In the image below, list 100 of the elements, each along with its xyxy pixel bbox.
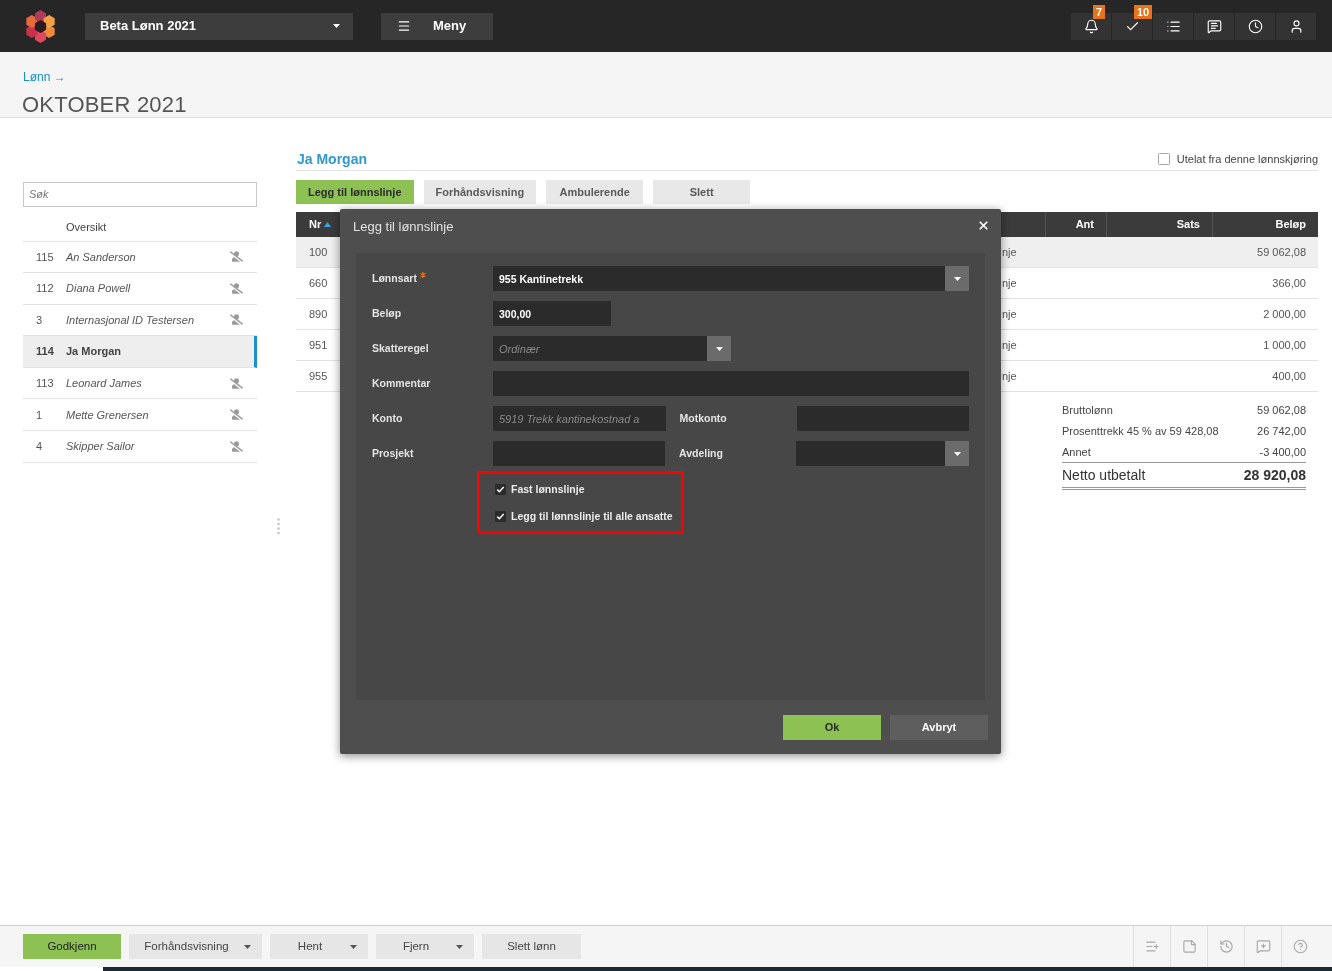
input-field[interactable]: 5919 Trekk kantinekostnad a — [493, 406, 666, 431]
employee-name: Ja Morgan — [66, 344, 121, 360]
employee-item[interactable]: 114 Ja Morgan — [23, 336, 257, 368]
table-cell-text: nje — [1002, 244, 1017, 260]
employee-item[interactable]: 115 An Sanderson — [23, 241, 257, 274]
drag-handle-icon[interactable] — [277, 518, 280, 535]
employee-item[interactable]: 4 Skipper Sailor — [23, 431, 257, 463]
column-header[interactable]: Nr — [296, 212, 340, 237]
table-cell-text: 400,00 — [1272, 368, 1306, 384]
input-field[interactable] — [493, 441, 665, 466]
checkbox[interactable] — [1157, 153, 1170, 165]
sidebar-item[interactable]: Oversikt — [66, 218, 107, 236]
table-cell-text: 366,00 — [1272, 275, 1306, 291]
table-cell-text: 2 000,00 — [1263, 306, 1306, 322]
table-cell-text: nje — [1002, 275, 1017, 291]
menu-button[interactable]: Meny — [381, 12, 493, 40]
profile-button[interactable] — [1275, 12, 1316, 40]
employee-number: 4 — [35, 439, 44, 455]
dropdown-button[interactable] — [945, 266, 969, 291]
horizontal-scrollbar[interactable] — [103, 967, 1332, 971]
column-header[interactable]: Beløp — [1212, 212, 1318, 237]
search-field[interactable]: Søk — [23, 181, 257, 207]
help-icon — [1292, 939, 1308, 954]
action-button[interactable]: Slett — [653, 180, 751, 204]
bell-icon — [1083, 18, 1099, 34]
summary-label: Bruttolønn — [1062, 403, 1113, 419]
field-label: Avdeling — [679, 445, 723, 461]
toolbar-button[interactable]: Forhåndsvisning — [129, 934, 262, 959]
checkbox[interactable] — [495, 511, 506, 522]
company-selector[interactable]: Beta Lønn 2021 — [85, 12, 353, 40]
select-field[interactable]: 955 Kantinetrekk — [493, 266, 945, 291]
field-label: Lønnsart — [372, 270, 417, 286]
breadcrumb-link[interactable]: Lønn → — [23, 70, 66, 84]
field-label: Prosjekt — [372, 445, 414, 461]
input-field[interactable] — [796, 406, 969, 431]
menu-icon — [397, 19, 411, 33]
employee-item[interactable]: 112 Diana Powell — [23, 273, 257, 305]
toolbar-button[interactable]: Slett lønn — [482, 934, 581, 959]
summary-value: 26 742,00 — [1257, 424, 1306, 440]
user-slash-icon — [230, 281, 243, 295]
dropdown-button[interactable] — [945, 441, 969, 466]
action-button[interactable]: Forhåndsvisning — [423, 180, 537, 204]
user-slash-icon — [230, 250, 243, 264]
dialog-button[interactable]: Avbryt — [890, 714, 988, 740]
checkbox-label: Utelat fra denne lønnskjøring — [1176, 151, 1318, 167]
user-icon — [1288, 18, 1304, 34]
caret-icon — [715, 346, 723, 351]
messages-button[interactable] — [1193, 12, 1234, 40]
checkbox[interactable] — [495, 484, 506, 495]
note-icon — [1181, 939, 1197, 954]
checkbox-label: Legg til lønnslinje til alle ansatte — [511, 508, 673, 524]
table-cell-text: nje — [1002, 337, 1017, 353]
summary-label: Prosenttrekk 45 % av 59 428,08 — [1062, 424, 1219, 440]
user-slash-icon — [230, 313, 243, 327]
employee-name: Mette Grenersen — [66, 407, 149, 423]
count-badge: 10 — [1134, 4, 1153, 19]
history-icon — [1218, 939, 1234, 954]
employee-item[interactable]: 113 Leonard James — [23, 367, 257, 400]
table-cell-text: nje — [1002, 306, 1017, 322]
action-button[interactable]: Legg til lønnslinje — [296, 180, 414, 204]
dialog-button[interactable]: Ok — [783, 714, 881, 740]
user-slash-icon — [230, 376, 243, 390]
toolbar-button[interactable]: Hent — [270, 934, 368, 959]
employee-number: 115 — [35, 249, 55, 265]
employee-number: 1 — [35, 407, 44, 423]
table-cell-text: 890 — [309, 306, 328, 322]
employee-number: 3 — [35, 312, 44, 328]
column-header[interactable]: Sats — [1106, 212, 1212, 237]
select-field[interactable] — [796, 441, 945, 466]
history-button[interactable] — [1234, 12, 1275, 40]
dropdown-button[interactable] — [707, 336, 731, 361]
table-cell-text: nje — [1002, 368, 1017, 384]
close-button[interactable] — [977, 219, 990, 232]
user-slash-icon — [230, 439, 243, 453]
list-icon — [1165, 18, 1181, 34]
caret-icon — [244, 944, 251, 949]
select-field[interactable]: Ordinær — [493, 336, 707, 361]
user-slash-icon — [230, 408, 243, 422]
table-cell-text: 660 — [309, 275, 328, 291]
employee-name: Skipper Sailor — [66, 439, 135, 455]
comment-add-icon — [1255, 939, 1271, 954]
table-cell-text: 1 000,00 — [1263, 337, 1306, 353]
employee-name: Internasjonal ID Testersen — [66, 312, 194, 328]
employee-item[interactable]: 1 Mette Grenersen — [23, 399, 257, 432]
field-label: Konto — [372, 410, 403, 426]
input-field[interactable]: 300,00 — [493, 301, 611, 326]
field-label: Motkonto — [679, 410, 727, 426]
toolbar-button[interactable]: Godkjenn — [23, 934, 121, 959]
column-header[interactable]: Ant — [1045, 212, 1106, 237]
input-field[interactable] — [493, 371, 969, 396]
chat-icon — [1206, 18, 1222, 34]
action-button[interactable]: Ambulerende — [546, 180, 644, 204]
employee-heading: Ja Morgan — [297, 149, 367, 169]
list-add-icon — [1144, 939, 1160, 954]
table-cell-text: 955 — [309, 368, 328, 384]
caret-icon — [953, 276, 961, 281]
list-button[interactable] — [1152, 12, 1193, 40]
employee-number: 113 — [35, 375, 55, 391]
checkbox-label: Fast lønnslinje — [511, 481, 585, 497]
toolbar-button[interactable]: Fjern — [376, 934, 474, 959]
